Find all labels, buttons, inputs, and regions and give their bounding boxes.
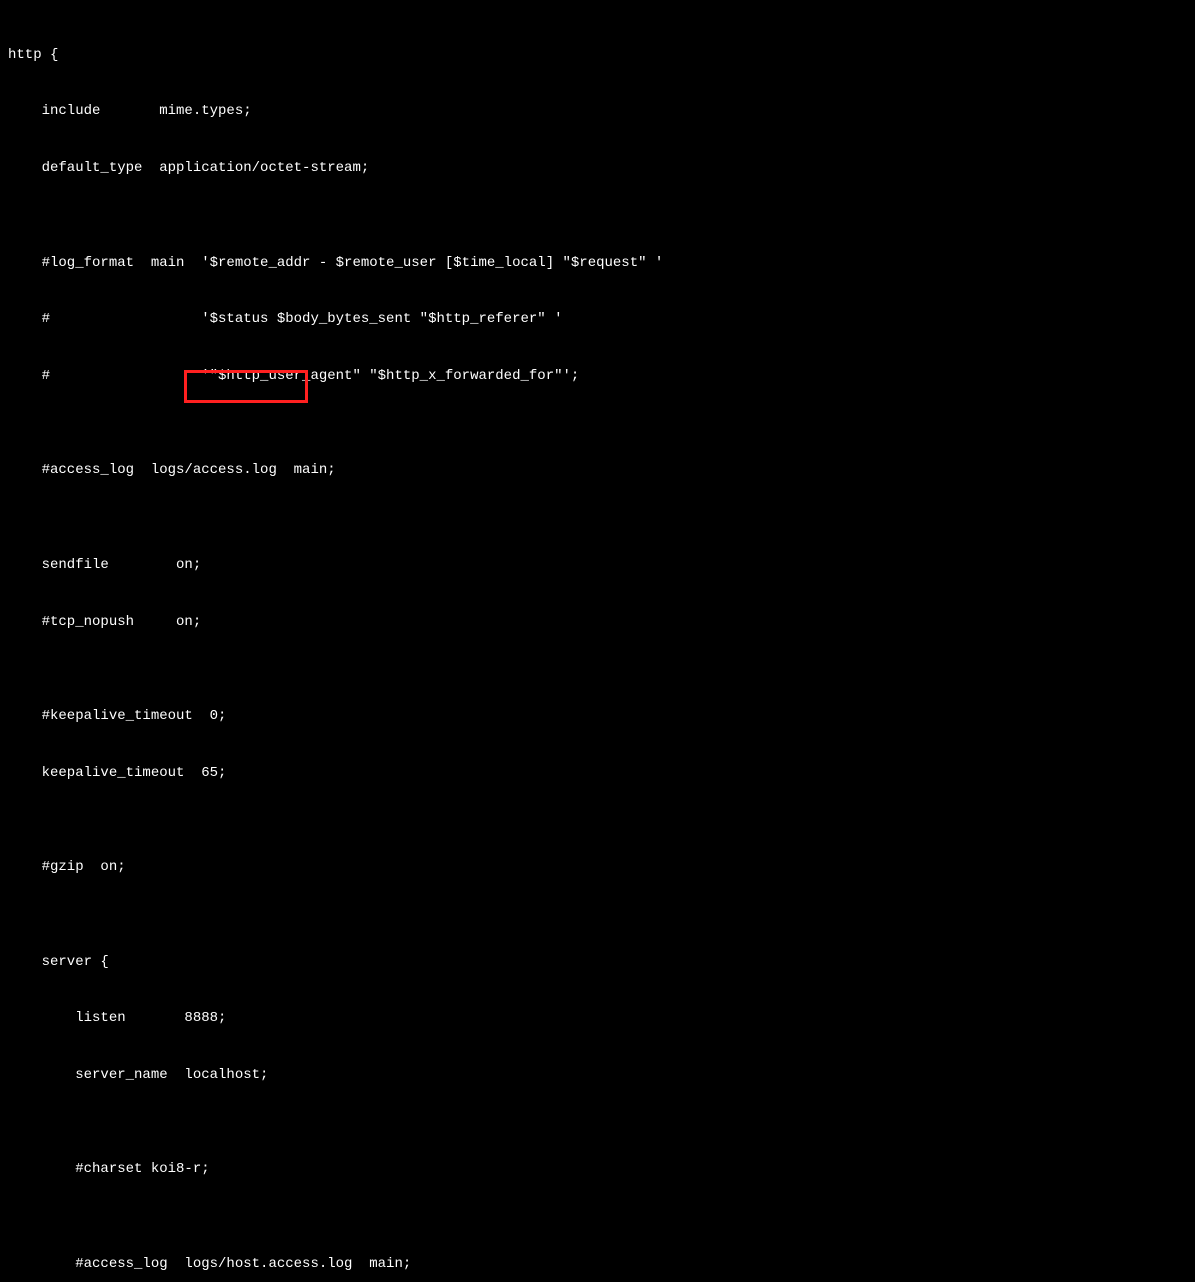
code-line: http { bbox=[8, 46, 1187, 65]
code-line: #tcp_nopush on; bbox=[8, 613, 1187, 632]
code-line: server { bbox=[8, 953, 1187, 972]
code-line: #access_log logs/host.access.log main; bbox=[8, 1255, 1187, 1274]
code-line: listen 8888; bbox=[8, 1009, 1187, 1028]
code-line: #log_format main '$remote_addr - $remote… bbox=[8, 254, 1187, 273]
code-line: keepalive_timeout 65; bbox=[8, 764, 1187, 783]
code-line: sendfile on; bbox=[8, 556, 1187, 575]
code-line: default_type application/octet-stream; bbox=[8, 159, 1187, 178]
nginx-config-code: http { include mime.types; default_type … bbox=[8, 8, 1187, 1282]
code-line: server_name localhost; bbox=[8, 1066, 1187, 1085]
code-line: #access_log logs/access.log main; bbox=[8, 461, 1187, 480]
code-line: #gzip on; bbox=[8, 858, 1187, 877]
code-line: #keepalive_timeout 0; bbox=[8, 707, 1187, 726]
code-line: include mime.types; bbox=[8, 102, 1187, 121]
code-line: # '$status $body_bytes_sent "$http_refer… bbox=[8, 310, 1187, 329]
code-line: # '"$http_user_agent" "$http_x_forwarded… bbox=[8, 367, 1187, 386]
code-line: #charset koi8-r; bbox=[8, 1160, 1187, 1179]
